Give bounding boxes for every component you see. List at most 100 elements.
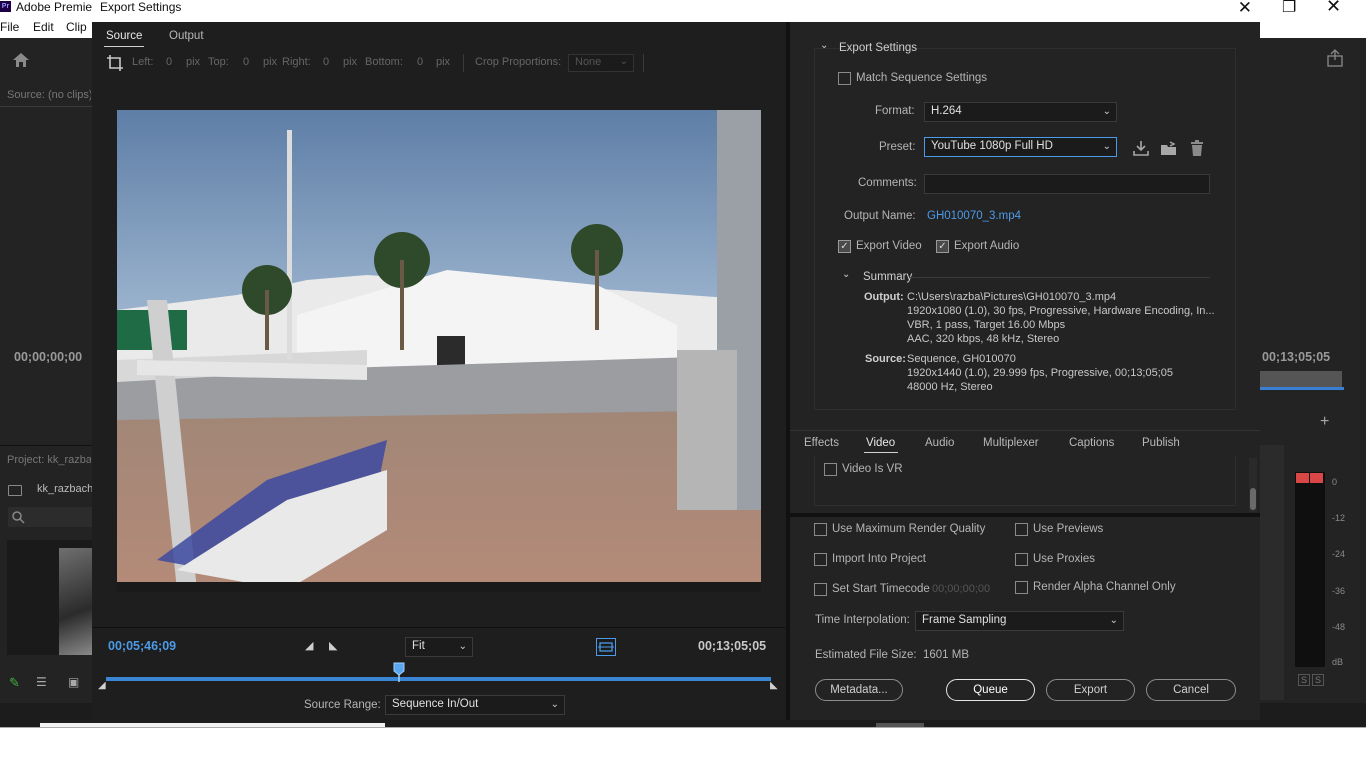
render-alpha-checkbox[interactable]: [1015, 581, 1028, 594]
tab-captions[interactable]: Captions: [1069, 437, 1114, 449]
output-name-link[interactable]: GH010070_3.mp4: [927, 210, 1021, 222]
time-interpolation-label: Time Interpolation:: [815, 614, 910, 626]
max-render-quality-checkbox[interactable]: [814, 523, 827, 536]
summary-output-line: C:\Users\razba\Pictures\GH010070_3.mp4: [907, 291, 1117, 303]
max-render-quality-label: Use Maximum Render Quality: [832, 523, 986, 535]
export-video-checkbox[interactable]: ✓: [838, 240, 851, 253]
import-preset-icon[interactable]: [1160, 139, 1178, 157]
solo-right-button[interactable]: S: [1312, 674, 1325, 686]
video-preview[interactable]: [117, 110, 761, 592]
dialog-titlebar: Export Settings ✕: [92, 0, 1260, 22]
dialog-title: Export Settings: [100, 0, 182, 14]
time-interpolation-dropdown[interactable]: Frame Sampling ⌄: [915, 611, 1124, 631]
menu-file[interactable]: File: [0, 20, 19, 34]
crop-icon[interactable]: [106, 54, 124, 72]
use-previews-checkbox[interactable]: [1015, 523, 1028, 536]
restore-icon[interactable]: ❐: [1282, 0, 1296, 17]
comments-input[interactable]: [924, 174, 1210, 194]
import-into-project-checkbox[interactable]: [814, 553, 827, 566]
format-dropdown[interactable]: H.264 ⌄: [924, 102, 1117, 122]
tab-audio[interactable]: Audio: [925, 437, 954, 449]
chevron-down-icon: ⌄: [458, 641, 467, 652]
crop-unit: pix: [186, 56, 201, 68]
comments-label: Comments:: [858, 177, 917, 189]
tab-effects[interactable]: Effects: [804, 437, 839, 449]
preset-label: Preset:: [879, 141, 916, 153]
list-view-icon[interactable]: ☰: [36, 675, 47, 689]
crop-bottom-value[interactable]: 0: [417, 56, 423, 68]
set-in-point-icon[interactable]: ◢: [305, 639, 313, 652]
timeline-scroll-area[interactable]: [1260, 445, 1284, 700]
add-icon[interactable]: +: [1320, 413, 1329, 431]
playhead-icon: [393, 662, 405, 682]
set-out-point-icon[interactable]: ◣: [329, 639, 337, 652]
chevron-down-icon: ⌄: [550, 699, 559, 710]
format-value: H.264: [931, 105, 962, 117]
queue-button[interactable]: Queue: [946, 679, 1035, 701]
summary-output-line: AAC, 320 kbps, 48 kHz, Stereo: [907, 333, 1060, 345]
save-preset-icon[interactable]: [1132, 139, 1150, 157]
set-start-timecode-checkbox[interactable]: [814, 583, 827, 596]
video-is-vr-label: Video Is VR: [842, 463, 903, 475]
use-proxies-checkbox[interactable]: [1015, 553, 1028, 566]
source-range-dropdown[interactable]: Sequence In/Out ⌄: [385, 695, 565, 715]
crop-right-label: Right:: [282, 56, 311, 68]
source-monitor-label: Source: (no clips): [7, 89, 91, 101]
match-sequence-checkbox[interactable]: [838, 72, 851, 85]
menu-edit[interactable]: Edit: [33, 20, 54, 34]
app-title: Adobe Premie: [16, 0, 92, 14]
bin-name[interactable]: kk_razbach: [37, 483, 92, 495]
preset-dropdown[interactable]: YouTube 1080p Full HD ⌄: [924, 137, 1117, 157]
video-is-vr-checkbox[interactable]: [824, 463, 837, 476]
audio-meter: [1295, 472, 1325, 667]
program-zoom-bar[interactable]: [1260, 371, 1342, 387]
tab-output[interactable]: Output: [169, 30, 204, 42]
crop-left-value[interactable]: 0: [166, 56, 172, 68]
chevron-down-icon[interactable]: ⌄: [842, 269, 850, 280]
home-icon[interactable]: [12, 52, 30, 68]
delete-preset-icon[interactable]: [1188, 139, 1206, 157]
aspect-correction-button[interactable]: [596, 638, 616, 656]
export-button[interactable]: Export: [1046, 679, 1135, 701]
zoom-dropdown[interactable]: Fit ⌄: [405, 637, 473, 657]
duration-timecode: 00;13;05;05: [698, 639, 767, 653]
solo-left-button[interactable]: S: [1298, 674, 1311, 686]
crop-right-value[interactable]: 0: [323, 56, 329, 68]
tab-video[interactable]: Video: [866, 437, 895, 449]
cancel-button[interactable]: Cancel: [1146, 679, 1236, 701]
icon-view-icon[interactable]: ▣: [68, 675, 79, 689]
crop-proportions-dropdown[interactable]: None ⌄: [568, 54, 634, 72]
share-icon[interactable]: [1326, 49, 1344, 67]
desktop-area: [0, 727, 1366, 768]
tab-source[interactable]: Source: [106, 30, 142, 42]
crop-top-label: Top:: [208, 56, 229, 68]
start-timecode-value[interactable]: 00;00;00;00: [932, 583, 990, 595]
meter-tick: -24: [1332, 549, 1346, 559]
menu-clip[interactable]: Clip: [66, 20, 87, 34]
clip-thumbnail[interactable]: [7, 540, 92, 655]
out-point-marker-icon[interactable]: ◣: [770, 680, 778, 691]
tab-multiplexer[interactable]: Multiplexer: [983, 437, 1039, 449]
settings-scrollbar[interactable]: [1249, 458, 1257, 512]
crop-top-value[interactable]: 0: [243, 56, 249, 68]
program-timeline-bar[interactable]: [1260, 387, 1344, 390]
export-audio-checkbox[interactable]: ✓: [936, 240, 949, 253]
chevron-down-icon: ⌄: [619, 56, 628, 67]
dialog-close-icon[interactable]: ✕: [1238, 0, 1252, 18]
crop-bottom-label: Bottom:: [365, 56, 403, 68]
metadata-button[interactable]: Metadata...: [815, 679, 903, 701]
preset-value: YouTube 1080p Full HD: [931, 140, 1053, 152]
pencil-icon[interactable]: ✎: [9, 675, 20, 691]
estimated-size-label: Estimated File Size:: [815, 649, 917, 661]
meter-tick: 0: [1332, 477, 1338, 487]
project-search-input[interactable]: [8, 507, 92, 527]
app-close-icon[interactable]: ✕: [1326, 0, 1341, 17]
in-point-marker-icon[interactable]: ◢: [98, 680, 106, 691]
current-timecode[interactable]: 00;05;46;09: [108, 639, 176, 653]
tab-publish[interactable]: Publish: [1142, 437, 1180, 449]
playhead[interactable]: [393, 662, 405, 682]
scrub-bar[interactable]: [106, 677, 771, 681]
divider: [0, 445, 92, 446]
chevron-down-icon[interactable]: ⌄: [820, 40, 828, 51]
import-into-project-label: Import Into Project: [832, 553, 926, 565]
